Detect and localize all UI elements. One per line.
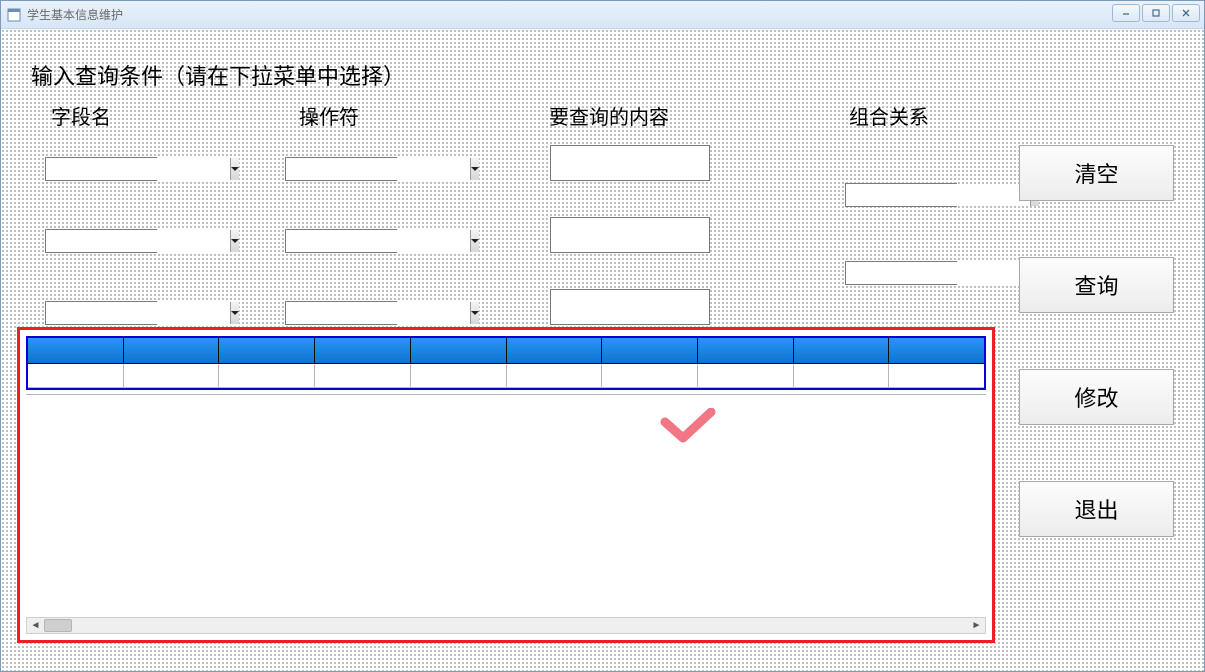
titlebar[interactable]: 学生基本信息维护 (1, 1, 1204, 29)
operator-combo-3[interactable] (285, 301, 397, 325)
grid-divider (26, 394, 986, 395)
clear-button[interactable]: 清空 (1019, 145, 1174, 201)
grid-cell[interactable] (889, 364, 984, 388)
exit-button-label: 退出 (1074, 493, 1118, 525)
operator-combo-1-input[interactable] (286, 158, 470, 180)
grid-header-cell[interactable] (507, 338, 603, 363)
maximize-button[interactable] (1142, 4, 1170, 22)
relation-combo-2[interactable] (845, 261, 957, 285)
grid-header-cell[interactable] (602, 338, 698, 363)
operator-combo-2-input[interactable] (286, 230, 470, 252)
chevron-down-icon[interactable] (470, 158, 479, 180)
grid-header-cell[interactable] (794, 338, 890, 363)
window-controls (1112, 4, 1200, 22)
grid-header-cell[interactable] (28, 338, 124, 363)
modify-button[interactable]: 修改 (1019, 369, 1174, 425)
chevron-down-icon[interactable] (230, 230, 239, 252)
relation-combo-1-input[interactable] (846, 184, 1030, 206)
field-combo-2[interactable] (45, 229, 157, 253)
grid-cell[interactable] (219, 364, 315, 388)
relation-combo-2-input[interactable] (846, 262, 1030, 284)
close-button[interactable] (1172, 4, 1200, 22)
content-input-3[interactable] (550, 289, 710, 325)
chevron-down-icon[interactable] (230, 158, 239, 180)
content-input-1[interactable] (550, 145, 710, 181)
field-combo-1-input[interactable] (46, 158, 230, 180)
relation-combo-1[interactable] (845, 183, 957, 207)
operator-combo-2[interactable] (285, 229, 397, 253)
app-window: 学生基本信息维护 输入查询条件（请在下拉菜单中选择） 字段名 操作符 要查询的内… (0, 0, 1205, 672)
grid-header-cell[interactable] (889, 338, 984, 363)
window-title: 学生基本信息维护 (27, 6, 123, 23)
data-grid[interactable]: ◄ ► (17, 327, 995, 643)
field-combo-1[interactable] (45, 157, 157, 181)
scroll-thumb[interactable] (44, 619, 72, 632)
scroll-track[interactable] (44, 618, 968, 633)
query-heading: 输入查询条件（请在下拉菜单中选择） (31, 59, 405, 91)
query-button-label: 查询 (1074, 269, 1118, 301)
grid-data-row (28, 364, 984, 388)
grid-header-cell[interactable] (698, 338, 794, 363)
query-button[interactable]: 查询 (1019, 257, 1174, 313)
grid-cell[interactable] (794, 364, 890, 388)
grid-header-cell[interactable] (411, 338, 507, 363)
grid-cell[interactable] (507, 364, 603, 388)
operator-combo-1[interactable] (285, 157, 397, 181)
modify-button-label: 修改 (1074, 381, 1118, 413)
label-content: 要查询的内容 (549, 101, 669, 130)
minimize-button[interactable] (1112, 4, 1140, 22)
grid-header-row (28, 338, 984, 364)
label-field: 字段名 (51, 101, 111, 130)
scroll-right-icon[interactable]: ► (968, 618, 985, 633)
grid-cell[interactable] (28, 364, 124, 388)
clear-button-label: 清空 (1074, 157, 1118, 189)
grid-header-cell[interactable] (315, 338, 411, 363)
grid-header-region (26, 336, 986, 390)
label-relation: 组合关系 (849, 101, 929, 130)
chevron-down-icon[interactable] (470, 302, 479, 324)
grid-header-cell[interactable] (124, 338, 220, 363)
label-operator: 操作符 (299, 101, 359, 130)
field-combo-3-input[interactable] (46, 302, 230, 324)
grid-cell[interactable] (602, 364, 698, 388)
grid-cell[interactable] (315, 364, 411, 388)
chevron-down-icon[interactable] (470, 230, 479, 252)
horizontal-scrollbar[interactable]: ◄ ► (26, 617, 986, 634)
chevron-down-icon[interactable] (230, 302, 239, 324)
client-area: 输入查询条件（请在下拉菜单中选择） 字段名 操作符 要查询的内容 组合关系 (1, 29, 1204, 671)
content-input-2[interactable] (550, 217, 710, 253)
operator-combo-3-input[interactable] (286, 302, 470, 324)
field-combo-3[interactable] (45, 301, 157, 325)
form-icon (7, 8, 21, 22)
scroll-left-icon[interactable]: ◄ (27, 618, 44, 633)
field-combo-2-input[interactable] (46, 230, 230, 252)
grid-cell[interactable] (698, 364, 794, 388)
exit-button[interactable]: 退出 (1019, 481, 1174, 537)
grid-header-cell[interactable] (219, 338, 315, 363)
grid-cell[interactable] (411, 364, 507, 388)
grid-cell[interactable] (124, 364, 220, 388)
